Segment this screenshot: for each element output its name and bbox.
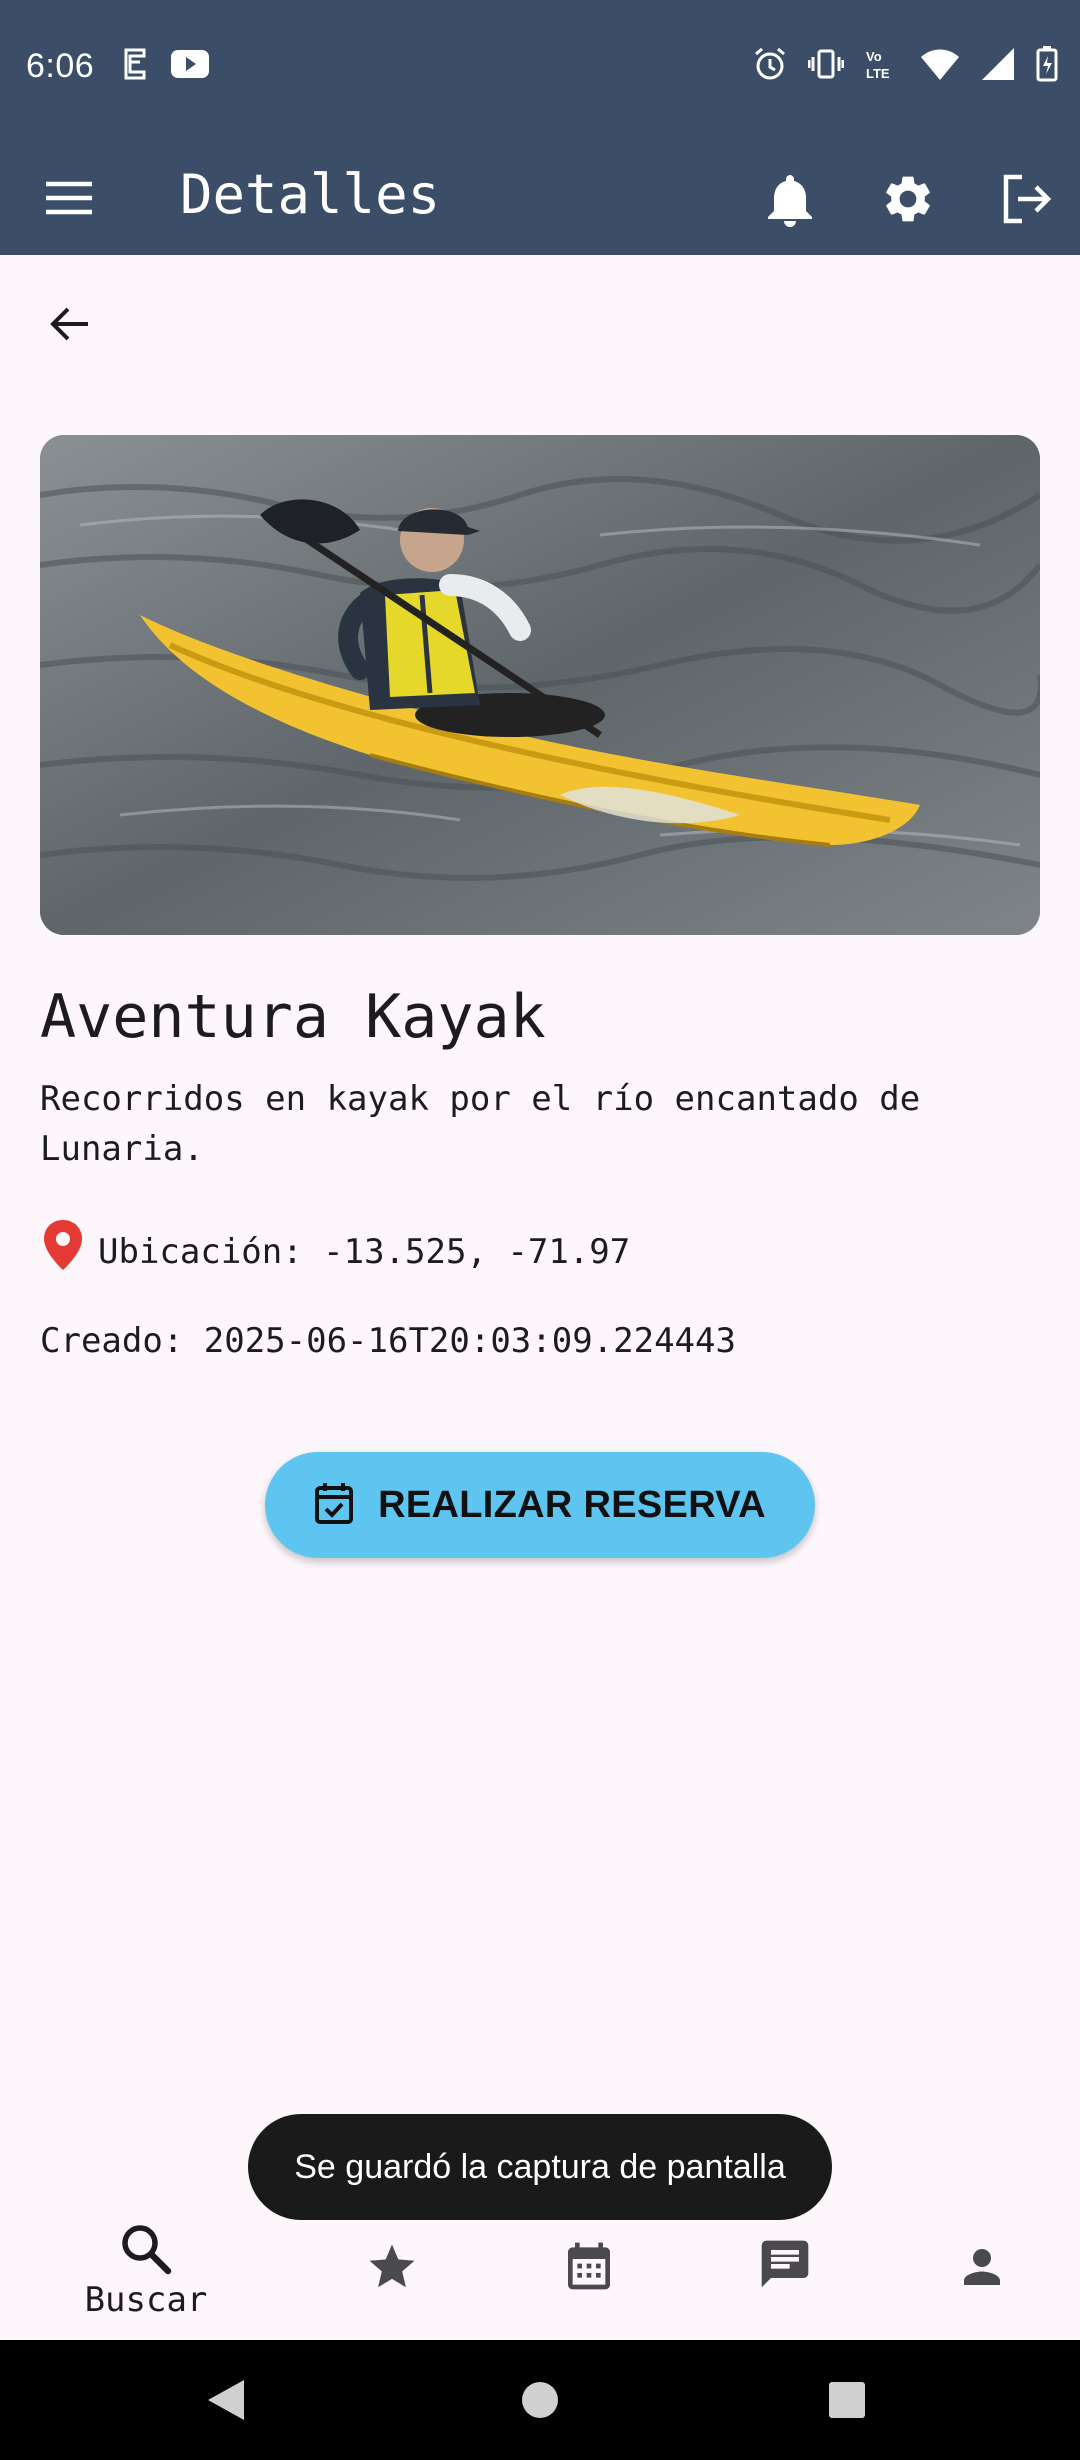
menu-icon[interactable] bbox=[42, 170, 98, 226]
person-icon bbox=[955, 2240, 1009, 2298]
star-icon bbox=[365, 2240, 419, 2298]
kayak-illustration bbox=[40, 435, 1040, 935]
nav-item-favoritos[interactable] bbox=[284, 2222, 500, 2340]
volte-icon: Vo LTE bbox=[864, 46, 900, 86]
location-row: Ubicación: -13.525, -71.97 bbox=[40, 1218, 630, 1286]
system-home-icon[interactable] bbox=[520, 2380, 560, 2424]
reserve-button-label: REALIZAR RESERVA bbox=[378, 1483, 766, 1526]
nav-item-mensajes[interactable] bbox=[677, 2222, 893, 2340]
back-button[interactable] bbox=[30, 286, 110, 366]
toast-text: Se guardó la captura de pantalla bbox=[294, 2147, 786, 2186]
svg-text:Vo: Vo bbox=[866, 49, 882, 64]
system-back-icon[interactable] bbox=[204, 2378, 248, 2426]
calendar-icon bbox=[561, 2238, 617, 2298]
svg-text:LTE: LTE bbox=[866, 66, 890, 81]
chat-icon bbox=[757, 2236, 813, 2296]
alarm-icon bbox=[752, 46, 788, 86]
nav-item-calendario[interactable] bbox=[481, 2222, 697, 2340]
experience-title: Aventura Kayak bbox=[40, 982, 546, 1052]
vibrate-icon bbox=[807, 46, 845, 86]
search-icon bbox=[119, 2222, 173, 2280]
signal-icon bbox=[980, 46, 1016, 86]
calendar-check-icon bbox=[314, 1481, 354, 1529]
toast-message: Se guardó la captura de pantalla bbox=[248, 2114, 832, 2220]
status-time: 6:06 bbox=[26, 47, 95, 85]
bell-icon[interactable] bbox=[754, 163, 826, 235]
system-nav-bar bbox=[0, 2340, 1080, 2460]
nav-label-buscar: Buscar bbox=[84, 2280, 208, 2320]
status-right-icons: Vo LTE bbox=[752, 46, 1058, 86]
status-bar: 6:06 Vo LTE bbox=[0, 0, 1080, 135]
bottom-nav: Buscar bbox=[0, 2222, 1080, 2340]
experience-description: Recorridos en kayak por el río encantado… bbox=[40, 1079, 921, 1169]
nav-item-buscar[interactable]: Buscar bbox=[38, 2222, 254, 2340]
app-bar: Detalles bbox=[0, 135, 1080, 255]
screen-record-icon bbox=[120, 46, 150, 86]
status-left-icons bbox=[120, 46, 210, 86]
gear-icon[interactable] bbox=[872, 163, 944, 235]
youtube-icon bbox=[170, 49, 210, 83]
reserve-button[interactable]: REALIZAR RESERVA bbox=[265, 1452, 815, 1558]
page-title: Detalles bbox=[180, 163, 441, 226]
location-pin-icon bbox=[40, 1218, 86, 1286]
arrow-left-icon bbox=[46, 300, 94, 352]
system-recents-icon[interactable] bbox=[828, 2381, 866, 2423]
wifi-icon bbox=[920, 46, 960, 86]
app-bar-actions bbox=[754, 163, 1062, 235]
kayak-photo bbox=[40, 435, 1040, 935]
nav-item-perfil[interactable] bbox=[874, 2222, 1080, 2340]
location-text: Ubicación: -13.525, -71.97 bbox=[98, 1232, 631, 1272]
logout-icon[interactable] bbox=[990, 163, 1062, 235]
created-timestamp: Creado: 2025-06-16T20:03:09.224443 bbox=[40, 1321, 736, 1361]
battery-charging-icon bbox=[1036, 46, 1058, 86]
